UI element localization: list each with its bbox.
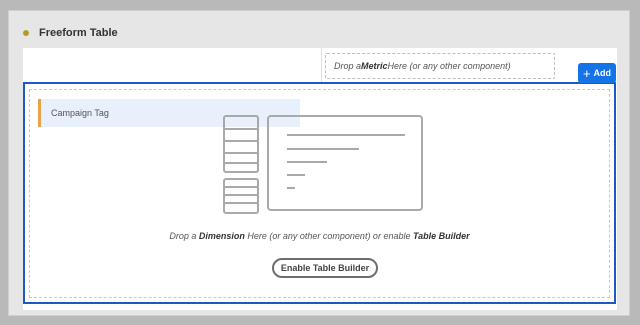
- status-dot-icon: [23, 30, 29, 36]
- metric-dropzone-prefix: Drop a: [334, 61, 362, 71]
- panel-title: Freeform Table: [39, 27, 118, 39]
- metric-dropzone-suffix: Here (or any other component): [387, 61, 511, 71]
- dimension-drop-keyword2: Table Builder: [412, 231, 470, 241]
- enable-table-builder-button[interactable]: Enable Table Builder: [272, 258, 378, 278]
- dimension-dropzone-region[interactable]: Campaign Tag Drop a Dimension Here (or a…: [23, 82, 616, 304]
- enable-table-builder-label: Enable Table Builder: [280, 263, 370, 273]
- table-placeholder-illustration-icon: [223, 115, 423, 214]
- metric-dropzone[interactable]: Drop a Metric Here (or any other compone…: [325, 53, 555, 79]
- dimension-drop-prefix: Drop a: [169, 231, 199, 241]
- dimension-drop-instructions: Drop a Dimension Here (or any other comp…: [30, 231, 609, 241]
- add-button[interactable]: + Add: [578, 63, 616, 83]
- dimension-drop-keyword: Dimension: [198, 231, 245, 241]
- add-button-label: Add: [593, 68, 612, 78]
- dimension-dropzone: Campaign Tag Drop a Dimension Here (or a…: [29, 89, 610, 298]
- plus-icon: +: [582, 65, 591, 81]
- campaign-tag-label: Campaign Tag: [51, 108, 109, 118]
- metric-dropzone-keyword: Metric: [361, 61, 388, 71]
- panel-header: Freeform Table: [23, 25, 118, 41]
- dimension-drop-middle: Here (or any other component) or enable: [244, 231, 413, 241]
